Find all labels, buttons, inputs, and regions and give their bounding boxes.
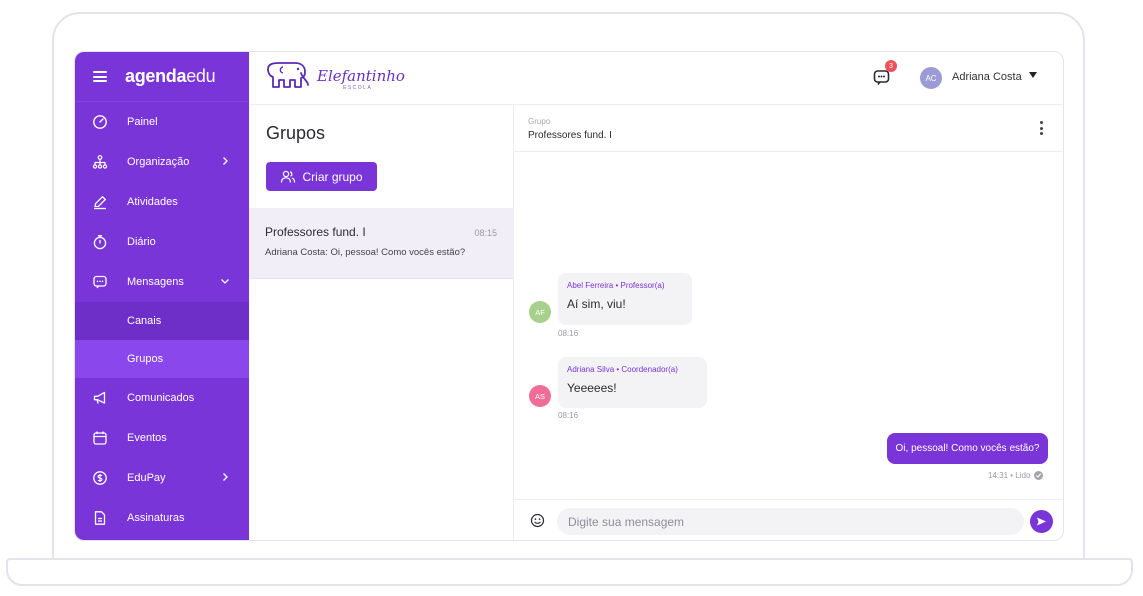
create-group-label: Criar grupo — [302, 169, 363, 184]
user-name[interactable]: Adriana Costa — [952, 71, 1022, 83]
send-icon — [1037, 517, 1046, 526]
message-time: 08:16 — [558, 411, 579, 420]
sidebar-item-organizacao[interactable]: Organização — [75, 142, 249, 182]
sidebar-subitem-grupos[interactable]: Grupos — [75, 340, 249, 378]
more-options-icon[interactable] — [1039, 121, 1043, 135]
message-text: Yeeeees! — [567, 381, 617, 395]
school-logo: Elefantinho ESCOLA — [265, 61, 405, 91]
sidebar-item-label: Eventos — [127, 432, 167, 444]
sidebar-item-label: Mensagens — [127, 276, 184, 288]
sidebar-item-label: Canais — [127, 315, 162, 327]
sidebar-item-label: Diário — [127, 236, 156, 248]
menu-icon[interactable] — [93, 71, 107, 82]
app-screen: agendaedu Painel Organização Atividades … — [74, 51, 1064, 541]
gauge-icon — [93, 115, 107, 129]
group-list-item[interactable]: Professores fund. I 08:15 Adriana Costa:… — [249, 208, 513, 279]
user-avatar[interactable]: AC — [920, 67, 942, 89]
sidebar-item-assinaturas[interactable]: Assinaturas — [75, 498, 249, 538]
sidebar-item-label: Grupos — [127, 353, 164, 365]
sidebar-item-diario[interactable]: Diário — [75, 222, 249, 262]
elephant-icon — [267, 62, 309, 88]
laptop-base — [6, 558, 1133, 586]
message-composer — [514, 499, 1063, 540]
sidebar-item-eventos[interactable]: Eventos — [75, 418, 249, 458]
school-subtitle: ESCOLA — [343, 85, 373, 91]
notifications-button[interactable]: 3 — [873, 60, 897, 89]
message-input[interactable] — [557, 508, 1024, 535]
chevron-right-icon — [223, 157, 228, 165]
create-group-button[interactable]: Criar grupo — [266, 162, 377, 191]
users-icon — [281, 170, 296, 183]
chevron-right-icon — [223, 473, 228, 481]
chat-icon — [93, 275, 107, 289]
read-check-icon — [1034, 471, 1044, 480]
sidebar: agendaedu Painel Organização Atividades … — [75, 52, 249, 540]
sidebar-item-label: Atividades — [127, 196, 178, 208]
sidebar-subitem-canais[interactable]: Canais — [75, 302, 249, 340]
megaphone-icon — [93, 391, 106, 404]
sidebar-header: agendaedu — [75, 52, 249, 102]
message-status: 14:31 • Lido — [988, 471, 1044, 480]
send-button[interactable] — [1030, 510, 1053, 533]
sidebar-item-label: Assinaturas — [127, 512, 185, 524]
org-chart-icon — [92, 155, 108, 169]
chevron-down-icon — [221, 279, 229, 284]
chat-header-title: Professores fund. I — [528, 130, 612, 141]
message-status-text: 14:31 • Lido — [988, 471, 1031, 480]
message-text: Aí sim, viu! — [567, 297, 626, 311]
dollar-icon — [93, 471, 107, 485]
chat-header-label: Grupo — [528, 117, 551, 126]
top-bar: Elefantinho ESCOLA 3 AC Adriana Costa — [249, 52, 1063, 105]
sidebar-item-label: Organização — [127, 156, 190, 168]
notification-badge: 3 — [885, 60, 897, 72]
message-sender: Abel Ferreira • Professor(a) — [567, 281, 665, 290]
sidebar-item-comunicados[interactable]: Comunicados — [75, 378, 249, 418]
avatar: AS — [529, 385, 551, 407]
group-name: Professores fund. I — [265, 225, 366, 239]
caret-down-icon[interactable] — [1029, 72, 1037, 78]
group-preview: Adriana Costa: Oi, pessoa! Como vocês es… — [265, 247, 466, 258]
sidebar-item-mensagens[interactable]: Mensagens — [75, 262, 249, 302]
pencil-icon — [94, 196, 106, 210]
brand-logo: agendaedu — [125, 66, 216, 86]
outgoing-message: Oi, pessoal! Como vocês estão? — [887, 433, 1048, 464]
chat-header: Grupo Professores fund. I — [514, 105, 1063, 152]
emoji-icon[interactable] — [530, 513, 545, 528]
avatar: AF — [529, 301, 551, 323]
message-bubble: Adriana Silva • Coordenador(a) Yeeeees! — [558, 357, 707, 408]
sidebar-item-label: EduPay — [127, 472, 166, 484]
school-name: Elefantinho — [317, 66, 405, 85]
calendar-icon — [93, 431, 107, 445]
page-title: Grupos — [266, 123, 326, 143]
document-icon — [94, 511, 106, 525]
group-time: 08:15 — [474, 228, 497, 238]
stopwatch-icon — [93, 235, 107, 250]
sidebar-item-edupay[interactable]: EduPay — [75, 458, 249, 498]
sidebar-item-painel[interactable]: Painel — [75, 102, 249, 142]
sidebar-item-label: Comunicados — [127, 392, 195, 404]
message-time: 08:16 — [558, 329, 579, 338]
sidebar-item-atividades[interactable]: Atividades — [75, 182, 249, 222]
message-bubble: Abel Ferreira • Professor(a) Aí sim, viu… — [558, 273, 692, 325]
message-sender: Adriana Silva • Coordenador(a) — [567, 365, 678, 374]
chat-panel: Grupo Professores fund. I AF Abel Ferrei… — [514, 105, 1063, 540]
sidebar-item-label: Painel — [127, 116, 158, 128]
groups-panel: Grupos Criar grupo Professores fund. I 0… — [249, 105, 514, 540]
